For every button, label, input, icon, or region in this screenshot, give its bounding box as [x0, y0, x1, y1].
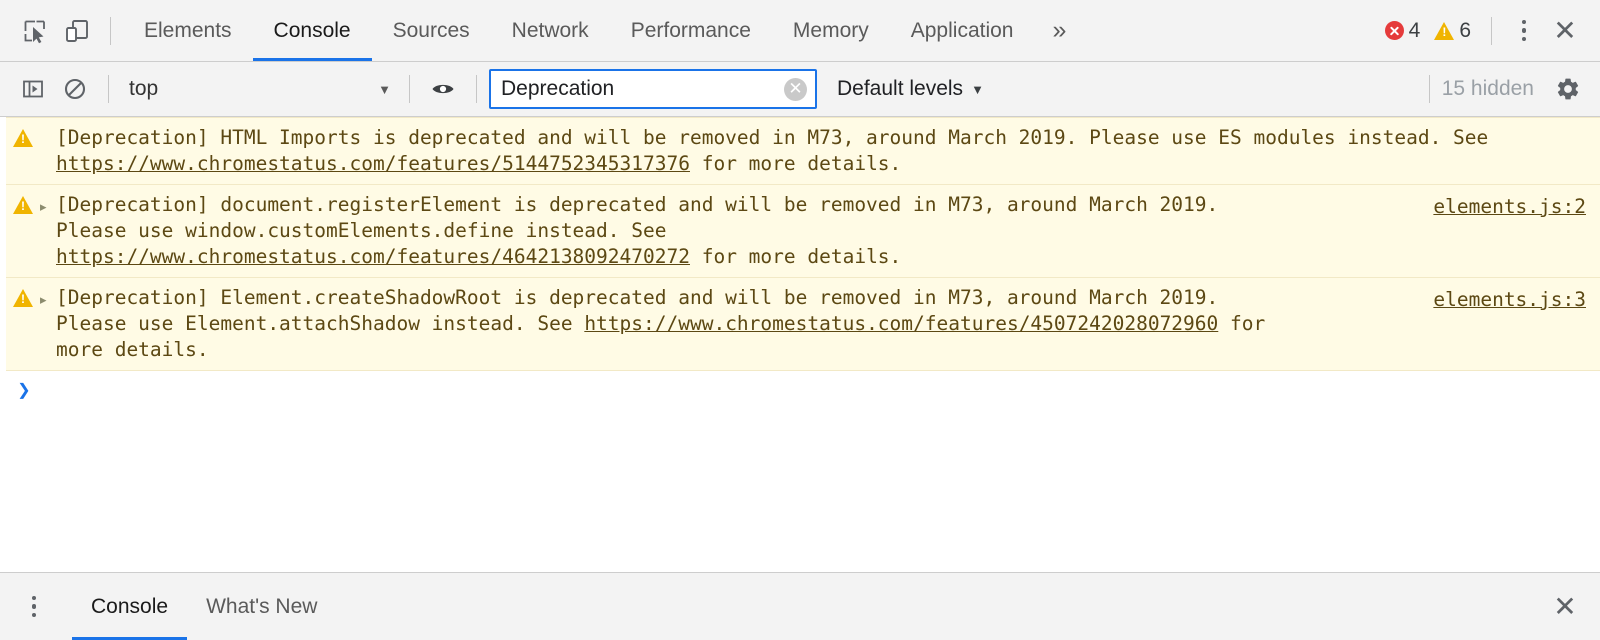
tab-memory[interactable]: Memory [772, 0, 890, 61]
drawer-tabs: Console What's New [72, 573, 336, 640]
close-icon: ✕ [1553, 590, 1577, 622]
drawer-tab-console[interactable]: Console [72, 573, 188, 640]
clear-filter-glyph: ✕ [788, 78, 803, 98]
error-counter[interactable]: 4 [1381, 19, 1425, 43]
chevron-down-icon: ▼ [971, 81, 984, 97]
main-toolbar: Elements Console Sources Network Perform… [0, 0, 1600, 62]
message-text-part: for more details. [689, 245, 902, 268]
error-count-label: 4 [1408, 18, 1421, 42]
console-filter-input[interactable] [491, 71, 815, 107]
toolbar-divider-right [1491, 16, 1492, 45]
toolbar-right: 4 6 ✕ [1381, 0, 1600, 61]
warning-icon [6, 285, 40, 307]
message-text-part: for more details. [689, 152, 902, 175]
message-link[interactable]: https://www.chromestatus.com/features/45… [584, 312, 1218, 335]
message-text-part: [Deprecation] document.registerElement i… [56, 193, 1231, 242]
tab-console[interactable]: Console [252, 0, 372, 61]
close-drawer-button[interactable]: ✕ [1544, 586, 1586, 628]
clear-filter-icon[interactable]: ✕ [784, 77, 807, 101]
tab-sources[interactable]: Sources [372, 0, 491, 61]
drawer-menu-button[interactable] [14, 586, 54, 628]
filterbar-divider-3 [476, 75, 477, 103]
warning-icon [6, 192, 40, 214]
live-expression-eye-icon[interactable] [422, 68, 464, 110]
chevron-double-right-icon: » [1052, 16, 1067, 44]
log-levels-label: Default levels [837, 77, 964, 100]
close-devtools-button[interactable]: ✕ [1544, 10, 1586, 52]
message-source-link[interactable]: elements.js:3 [1433, 287, 1586, 313]
toolbar-left-icons [0, 0, 123, 61]
tab-application[interactable]: Application [890, 0, 1035, 61]
tab-elements[interactable]: Elements [123, 0, 253, 61]
warning-count-label: 6 [1459, 18, 1471, 42]
issue-counter[interactable]: 4 6 [1381, 19, 1475, 43]
devtools-menu-button[interactable] [1504, 10, 1544, 52]
log-levels-selector[interactable]: Default levels ▼ [831, 77, 990, 101]
tab-label: Memory [792, 18, 869, 42]
message-source-link[interactable]: elements.js:2 [1433, 194, 1586, 220]
console-settings-gear-icon[interactable] [1548, 69, 1588, 109]
console-filter-toolbar: top ▼ ✕ Default levels ▼ 15 hidden [0, 62, 1600, 117]
console-prompt-input[interactable] [42, 379, 1600, 403]
console-prompt[interactable]: ❯ [6, 371, 1600, 413]
console-filter-field[interactable]: ✕ [489, 69, 817, 109]
toolbar-divider [110, 16, 111, 45]
error-icon [1384, 21, 1404, 40]
warning-icon [1434, 21, 1455, 40]
hidden-messages-count: 15 hidden [1441, 77, 1534, 100]
tab-performance[interactable]: Performance [610, 0, 772, 61]
expand-triangle-icon[interactable]: ▸ [40, 192, 56, 220]
console-message-text: [Deprecation] Element.createShadowRoot i… [56, 285, 1282, 363]
tab-label: Network [511, 18, 589, 42]
execution-context-value: top [129, 77, 159, 100]
console-sidebar-toggle-icon[interactable] [12, 68, 54, 110]
prompt-chevron-icon: ❯ [17, 378, 31, 403]
tab-label: Elements [144, 18, 232, 42]
drawer-tab-label: What's New [206, 594, 318, 618]
console-message-row[interactable]: ▸ [Deprecation] Element.createShadowRoot… [6, 278, 1600, 371]
drawer-tab-whats-new[interactable]: What's New [187, 573, 336, 640]
panel-tabs: Elements Console Sources Network Perform… [123, 0, 1381, 61]
chevron-down-icon: ▼ [378, 81, 391, 97]
message-link[interactable]: https://www.chromestatus.com/features/51… [56, 152, 690, 175]
console-message-row[interactable]: ▸ [Deprecation] HTML Imports is deprecat… [6, 117, 1600, 185]
devtools-window: Elements Console Sources Network Perform… [0, 0, 1600, 640]
inspect-element-icon[interactable] [14, 10, 56, 52]
console-message-list[interactable]: ▸ [Deprecation] HTML Imports is deprecat… [0, 117, 1600, 572]
tab-label: Application [910, 18, 1014, 42]
filterbar-divider-2 [409, 75, 410, 103]
console-message-text: [Deprecation] document.registerElement i… [56, 192, 1282, 270]
filterbar-divider-1 [108, 75, 109, 103]
tab-network[interactable]: Network [491, 0, 610, 61]
expand-triangle-icon[interactable]: ▸ [40, 285, 56, 313]
drawer-toolbar: Console What's New ✕ [0, 572, 1600, 640]
warning-icon [6, 125, 40, 147]
execution-context-selector[interactable]: top ▼ [121, 71, 397, 107]
console-message-text: [Deprecation] HTML Imports is deprecated… [56, 125, 1520, 177]
close-icon: ✕ [1553, 14, 1577, 46]
warning-counter[interactable]: 6 [1430, 19, 1475, 43]
more-tabs-button[interactable]: » [1034, 0, 1084, 61]
message-link[interactable]: https://www.chromestatus.com/features/46… [56, 245, 690, 268]
filterbar-divider-4 [1428, 75, 1430, 103]
tab-label: Performance [630, 18, 751, 42]
clear-console-icon[interactable] [54, 68, 96, 110]
tab-label: Console [273, 18, 351, 42]
console-message-row[interactable]: ▸ [Deprecation] document.registerElement… [6, 185, 1600, 278]
device-toolbar-icon[interactable] [56, 10, 98, 52]
drawer-tab-label: Console [91, 594, 169, 618]
tab-label: Sources [392, 18, 470, 42]
message-text-part: [Deprecation] HTML Imports is deprecated… [56, 126, 1501, 149]
